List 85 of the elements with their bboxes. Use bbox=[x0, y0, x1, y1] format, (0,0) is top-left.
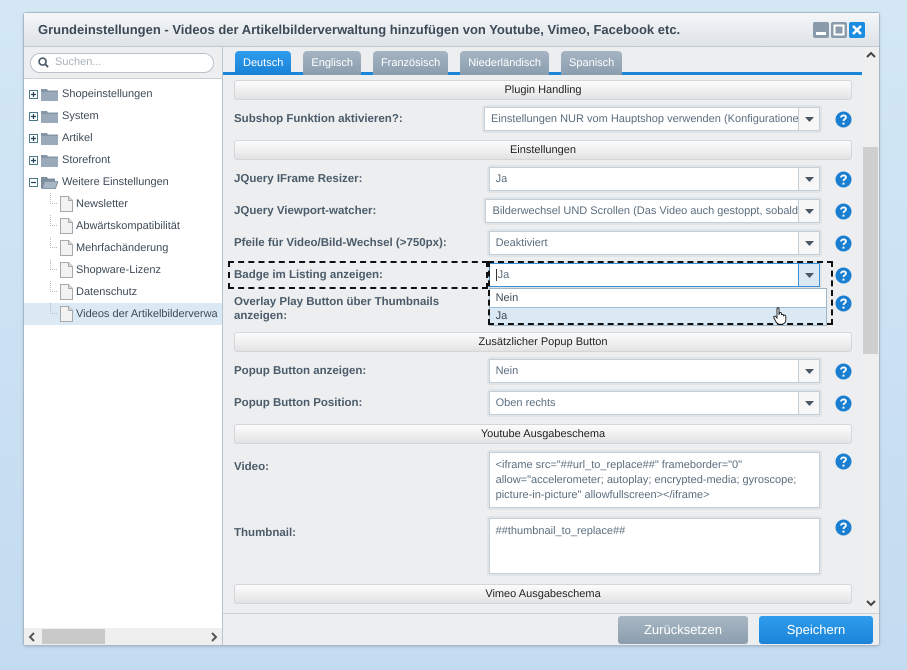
window-title: Grundeinstellungen - Videos der Artikelbilderverwaltung hinzufügen von Youtube, Vimeo, Facebook etc. bbox=[38, 20, 682, 39]
help-icon[interactable] bbox=[835, 110, 852, 128]
field-label: Overlay Play Button über Thumbnails anzeigen: bbox=[234, 295, 440, 323]
tree-item[interactable]: Shopware-Lizenz bbox=[24, 259, 222, 281]
scroll-left-icon[interactable] bbox=[28, 632, 36, 642]
page-icon bbox=[60, 284, 73, 300]
scroll-right-icon[interactable] bbox=[210, 632, 218, 642]
help-icon[interactable] bbox=[835, 170, 852, 188]
scrollbar-thumb[interactable] bbox=[42, 629, 105, 644]
tree-item[interactable]: System bbox=[24, 105, 222, 127]
tree-item[interactable]: Storefront bbox=[24, 149, 222, 171]
tree-item[interactable]: Newsletter bbox=[24, 193, 222, 215]
caret-icon bbox=[804, 240, 814, 246]
open-folder-icon bbox=[41, 176, 58, 188]
field-label: Subshop Funktion aktivieren?: bbox=[234, 112, 404, 126]
expand-icon[interactable] bbox=[29, 134, 38, 142]
tree-item[interactable]: Shopeinstellungen bbox=[24, 83, 222, 105]
expand-icon[interactable] bbox=[29, 156, 38, 164]
page-icon bbox=[60, 218, 73, 234]
caret-icon bbox=[804, 272, 814, 278]
section-header: Vimeo Ausgabeschema bbox=[234, 584, 852, 604]
field-label: Popup Button Position: bbox=[234, 396, 364, 410]
field-label: JQuery IFrame Resizer: bbox=[234, 172, 364, 186]
tree-item[interactable]: Weitere Einstellungen bbox=[24, 171, 222, 193]
tree-item[interactable]: Datenschutz bbox=[24, 281, 222, 303]
section-header: Youtube Ausgabeschema bbox=[234, 424, 852, 444]
tree-item[interactable]: Abwärtskompatibilität bbox=[24, 215, 222, 237]
help-icon[interactable] bbox=[835, 266, 852, 284]
field-label: Popup Button anzeigen: bbox=[234, 364, 368, 378]
help-icon[interactable] bbox=[835, 519, 852, 536]
close-icon[interactable] bbox=[849, 22, 865, 38]
field-label: Badge im Listing anzeigen: bbox=[234, 268, 384, 282]
save-button[interactable]: Speichern bbox=[759, 616, 873, 644]
caret-icon bbox=[804, 176, 814, 182]
help-icon[interactable] bbox=[835, 295, 852, 312]
expand-icon[interactable] bbox=[29, 90, 38, 98]
search-field[interactable]: Suchen... bbox=[30, 52, 214, 72]
text-area-field[interactable]: ##thumbnail_to_replace## bbox=[488, 518, 820, 574]
help-icon[interactable] bbox=[835, 202, 852, 220]
folder-icon bbox=[41, 132, 58, 144]
field-label: Thumbnail: bbox=[234, 526, 297, 540]
caret-icon bbox=[804, 368, 814, 374]
folder-icon bbox=[41, 154, 58, 166]
field-label: Video: bbox=[234, 460, 270, 474]
maximize-icon[interactable] bbox=[831, 22, 847, 38]
help-icon[interactable] bbox=[835, 234, 852, 252]
dropdown-field[interactable]: Nein bbox=[488, 359, 820, 383]
tree-item[interactable]: Videos der Artikelbilderverwa bbox=[24, 303, 222, 325]
dropdown-field[interactable]: Ja bbox=[488, 167, 820, 191]
scroll-down-icon[interactable] bbox=[866, 599, 876, 607]
text-area-field[interactable]: <iframe src="##url_to_replace##" frameborder="0" allow="accelerometer; autoplay; encrypted-media; gyroscope; picture-in-picture" allowfullscreen></iframe> bbox=[488, 452, 820, 508]
folder-icon bbox=[41, 88, 58, 100]
search-icon bbox=[38, 57, 49, 68]
help-icon[interactable] bbox=[835, 453, 852, 470]
folder-icon bbox=[41, 110, 58, 122]
caret-icon bbox=[804, 116, 814, 122]
tree-item[interactable]: Artikel bbox=[24, 127, 222, 149]
horizontal-scrollbar[interactable] bbox=[24, 628, 222, 645]
caret-icon bbox=[804, 208, 814, 214]
field-label: Pfeile für Video/Bild-Wechsel (>750px): bbox=[234, 236, 448, 250]
page-icon bbox=[60, 196, 73, 212]
dropdown-field[interactable]: Deaktiviert bbox=[488, 231, 820, 255]
caret-icon bbox=[804, 400, 814, 406]
collapse-icon[interactable] bbox=[29, 178, 38, 186]
scroll-up-icon[interactable] bbox=[866, 51, 876, 59]
vertical-scrollbar[interactable] bbox=[862, 47, 879, 613]
expand-icon[interactable] bbox=[29, 112, 38, 120]
page-icon bbox=[60, 240, 73, 256]
dropdown-field[interactable]: Oben rechts bbox=[488, 391, 820, 415]
section-header: Einstellungen bbox=[234, 140, 852, 160]
help-icon[interactable] bbox=[835, 362, 852, 380]
page-icon bbox=[60, 262, 73, 278]
dropdown-option[interactable]: Ja bbox=[490, 307, 826, 325]
minimize-icon[interactable] bbox=[813, 22, 829, 38]
language-tab[interactable]: Deutsch bbox=[235, 51, 292, 75]
help-icon[interactable] bbox=[835, 394, 852, 412]
section-header: Plugin Handling bbox=[234, 80, 852, 100]
page-icon bbox=[60, 306, 73, 322]
section-header: Zusätzlicher Popup Button bbox=[234, 332, 852, 352]
dropdown-field[interactable]: Einstellungen NUR vom Hauptshop verwenden (Konfiguratione bbox=[484, 107, 820, 131]
field-label: JQuery Viewport-watcher: bbox=[234, 204, 378, 218]
dropdown-field[interactable]: Bilderwechsel UND Scrollen (Das Video auch gestoppt, sobald bbox=[485, 199, 820, 223]
tree-item[interactable]: Mehrfachänderung bbox=[24, 237, 222, 259]
dropdown-field[interactable]: Ja bbox=[488, 263, 820, 287]
scrollbar-thumb[interactable] bbox=[863, 147, 878, 354]
